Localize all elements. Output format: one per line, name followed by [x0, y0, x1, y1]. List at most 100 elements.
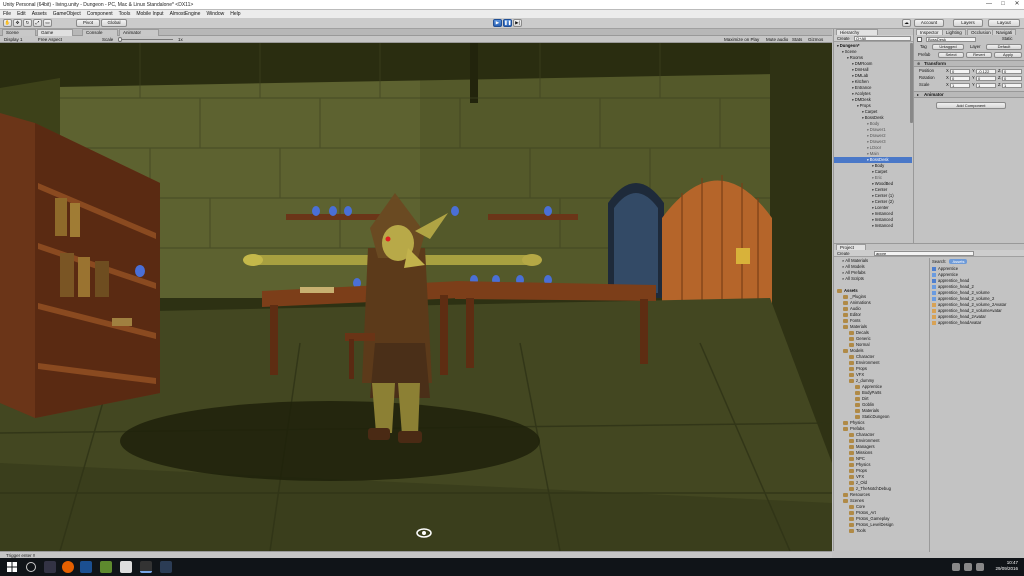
menu-item-tools[interactable]: Tools — [119, 11, 131, 17]
tab-console[interactable]: Console — [82, 29, 118, 36]
hand-tool-button[interactable]: ✋ — [3, 19, 12, 27]
tag-dropdown[interactable]: Untagged — [932, 44, 964, 50]
menu-item-window[interactable]: Window — [206, 11, 224, 17]
photos-icon[interactable] — [160, 561, 172, 573]
notepad-icon[interactable] — [120, 561, 132, 573]
prefab-revert-button[interactable]: Revert — [966, 52, 992, 58]
menu-item-file[interactable]: File — [3, 11, 11, 17]
pause-button[interactable]: ❚❚ — [503, 19, 512, 27]
folder-icon — [849, 522, 854, 527]
prefab-asset-icon — [932, 278, 936, 283]
position-y-field[interactable]: -0.122 — [976, 69, 996, 74]
global-toggle[interactable]: Global — [101, 19, 127, 27]
windows-start-button[interactable] — [6, 561, 18, 573]
mute-audio-toggle[interactable]: Mute audio — [766, 36, 788, 43]
aspect-dropdown[interactable]: Free Aspect — [38, 36, 62, 43]
firefox-icon[interactable] — [62, 561, 74, 573]
gizmos-dropdown[interactable]: Gizmos — [808, 36, 823, 43]
pivot-toggle[interactable]: Pivot — [76, 19, 100, 27]
prefab-apply-button[interactable]: Apply — [994, 52, 1022, 58]
tray-volume-icon[interactable] — [964, 563, 972, 571]
unity-taskbar-icon[interactable] — [140, 561, 152, 573]
menu-item-almostengine[interactable]: AlmostEngine — [170, 11, 201, 17]
tab-scene[interactable]: Scene — [2, 29, 36, 36]
task-view-icon[interactable] — [44, 561, 56, 573]
game-viewport[interactable] — [0, 43, 832, 551]
hand-icon: ✋ — [4, 20, 11, 25]
minecraft-icon[interactable] — [100, 561, 112, 573]
add-component-button[interactable]: Add Component — [936, 102, 1006, 109]
rotation-x-field[interactable]: 0 — [950, 76, 970, 81]
scale-y-field[interactable]: 1 — [976, 83, 996, 88]
scale-icon: ⤢ — [35, 20, 40, 25]
menu-item-edit[interactable]: Edit — [17, 11, 26, 17]
transform-header[interactable]: Transform — [914, 60, 1024, 67]
project-create-button[interactable]: Create — [837, 251, 850, 256]
rotation-y-field[interactable]: 0 — [976, 76, 996, 81]
dungeon-scene — [0, 43, 832, 551]
position-z-field[interactable]: 0 — [1002, 69, 1022, 74]
animator-header[interactable]: Animator — [914, 91, 1024, 98]
folder-icon — [855, 390, 860, 395]
menu-item-mobile-input[interactable]: Mobile Input — [136, 11, 163, 17]
cloud-button[interactable]: ☁ — [902, 19, 911, 27]
object-name-field[interactable]: BossDesk — [926, 37, 976, 42]
scale-slider-handle[interactable] — [118, 37, 122, 42]
pivot-label: Pivot — [82, 20, 93, 25]
prefab-asset-icon — [932, 266, 936, 271]
tab-occlusion[interactable]: Occlusion — [967, 29, 995, 35]
step-button[interactable]: ▶| — [513, 19, 522, 27]
steam-icon[interactable] — [80, 561, 92, 573]
tab-inspector[interactable]: Inspector — [916, 29, 943, 35]
project-folder-item[interactable]: Tools — [834, 528, 928, 534]
hierarchy-search-input[interactable]: Q+All — [854, 36, 911, 41]
static-toggle[interactable]: Static — [1002, 36, 1012, 42]
display-dropdown[interactable]: Display 1 — [4, 36, 23, 43]
scale-x-field[interactable]: 1 — [950, 83, 970, 88]
menu-item-help[interactable]: Help — [230, 11, 240, 17]
windows-logo-icon — [7, 562, 17, 572]
move-tool-button[interactable]: ✥ — [13, 19, 22, 27]
minimize-button[interactable]: — — [982, 0, 996, 9]
project-search-input[interactable]: appre — [874, 251, 974, 256]
layers-dropdown[interactable]: Layers — [953, 19, 983, 27]
rotate-tool-button[interactable]: ↻ — [23, 19, 32, 27]
asset-result-item[interactable]: apprentice_headAvatar — [932, 320, 1024, 326]
menu-item-assets[interactable]: Assets — [32, 11, 47, 17]
scale-tool-button[interactable]: ⤢ — [33, 19, 42, 27]
menu-item-gameobject[interactable]: GameObject — [53, 11, 81, 17]
taskbar-clock[interactable]: 10:47 29/09/2016 — [995, 560, 1018, 572]
hierarchy-create-button[interactable]: Create — [837, 36, 850, 41]
mesh-asset-icon — [932, 290, 936, 295]
prefab-select-button[interactable]: Select — [938, 52, 964, 58]
layer-dropdown[interactable]: Default — [986, 44, 1022, 50]
hierarchy-item[interactable]: ▾ Instanced — [834, 223, 912, 229]
search-scope-assets[interactable]: Assets — [949, 259, 968, 264]
tray-network-icon[interactable] — [952, 563, 960, 571]
object-active-checkbox[interactable] — [917, 37, 922, 42]
account-dropdown[interactable]: Account — [914, 19, 944, 27]
tab-navigati[interactable]: Navigati — [992, 29, 1017, 35]
menu-item-component[interactable]: Component — [87, 11, 113, 17]
play-button[interactable]: ▶ — [493, 19, 502, 27]
tab-game-label: Game — [41, 30, 54, 35]
cortana-icon[interactable] — [26, 562, 36, 572]
hierarchy-item-label: DMDesk — [854, 97, 871, 102]
layout-dropdown[interactable]: Layout — [988, 19, 1020, 27]
asset-result-label: apprentice_head_2_volume_2 — [938, 296, 995, 301]
stats-toggle[interactable]: Stats — [792, 36, 802, 43]
rotation-z-field[interactable]: 0 — [1002, 76, 1022, 81]
maximize-on-play-toggle[interactable]: Maximize on Play — [724, 36, 759, 43]
tab-lighting[interactable]: Lighting — [942, 29, 966, 35]
tab-animator[interactable]: Animator — [119, 29, 159, 36]
scale-slider[interactable] — [118, 39, 173, 40]
position-x-field[interactable]: 0 — [950, 69, 970, 74]
tray-language-icon[interactable] — [976, 563, 984, 571]
rect-tool-button[interactable]: ▭ — [43, 19, 52, 27]
maximize-button[interactable]: □ — [996, 0, 1010, 9]
favorite-item[interactable]: ⌕ All Scripts — [834, 276, 928, 282]
folder-icon — [843, 324, 848, 329]
close-button[interactable]: ✕ — [1010, 0, 1024, 9]
tab-game[interactable]: Game — [37, 29, 73, 36]
scale-z-field[interactable]: 1 — [1002, 83, 1022, 88]
